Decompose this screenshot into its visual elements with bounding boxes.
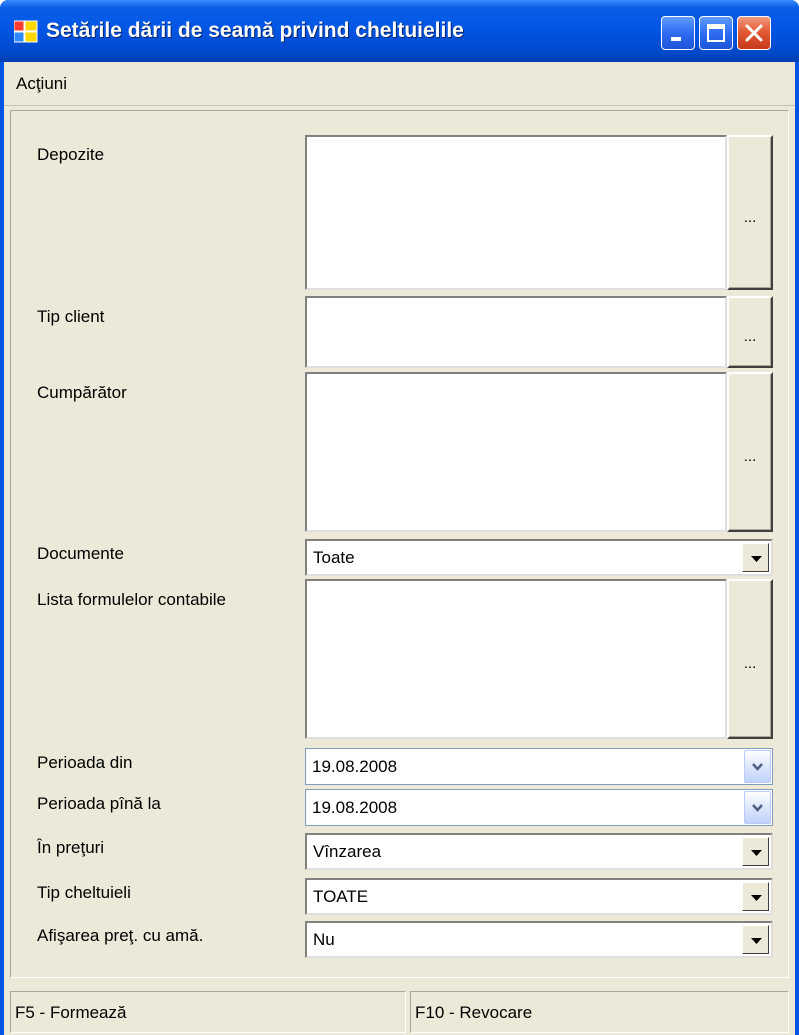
chevron-down-icon bbox=[751, 556, 762, 562]
date-dropdown-button[interactable] bbox=[744, 750, 771, 783]
window-title: Setările dării de seamă privind cheltuie… bbox=[46, 19, 464, 42]
close-icon bbox=[745, 24, 763, 42]
dialog-window: Setările dării de seamă privind cheltuie… bbox=[0, 0, 799, 1035]
tip-cheltuieli-value: TOATE bbox=[313, 887, 369, 906]
date-dropdown-button[interactable] bbox=[744, 791, 771, 824]
tip-cheltuieli-select[interactable]: TOATE bbox=[305, 878, 773, 915]
cumparator-list[interactable] bbox=[305, 372, 727, 532]
settings-panel: Depozite ... Tip client ... Cumpărător .… bbox=[10, 110, 789, 978]
status-formeaza: F5 - Formează bbox=[10, 991, 406, 1033]
lista-formule-browse-button[interactable]: ... bbox=[727, 579, 773, 739]
cumparator-browse-button[interactable]: ... bbox=[727, 372, 773, 532]
label-lista-formule: Lista formulelor contabile bbox=[37, 590, 226, 609]
chevron-down-icon bbox=[752, 763, 763, 771]
perioada-pina-value: 19.08.2008 bbox=[312, 798, 398, 817]
menu-actions[interactable]: Acţiuni bbox=[10, 62, 73, 106]
close-button[interactable] bbox=[737, 16, 771, 50]
menu-bar: Acţiuni bbox=[4, 62, 795, 106]
label-tip-cheltuieli: Tip cheltuieli bbox=[37, 883, 131, 902]
window-client-area: Acţiuni Depozite ... Tip client ... Cump… bbox=[4, 62, 795, 1035]
label-documente: Documente bbox=[37, 544, 124, 563]
in-preturi-value: Vînzarea bbox=[313, 842, 382, 861]
dropdown-arrow-button[interactable] bbox=[742, 882, 769, 911]
status-bar: F5 - Formează F10 - Revocare bbox=[4, 988, 795, 1035]
maximize-icon bbox=[707, 24, 725, 42]
documente-value: Toate bbox=[313, 548, 355, 567]
afisarea-select[interactable]: Nu bbox=[305, 921, 773, 958]
minimize-button[interactable] bbox=[661, 16, 695, 50]
lista-formule-list[interactable] bbox=[305, 579, 727, 739]
label-tip-client: Tip client bbox=[37, 307, 105, 326]
perioada-din-value: 19.08.2008 bbox=[312, 757, 398, 776]
minimize-icon bbox=[671, 37, 681, 41]
depozite-list[interactable] bbox=[305, 135, 727, 290]
label-afisarea: Afişarea preţ. cu amă. bbox=[37, 926, 204, 945]
perioada-din-datepicker[interactable]: 19.08.2008 bbox=[305, 748, 773, 785]
status-revocare: F10 - Revocare bbox=[410, 991, 789, 1033]
label-in-preturi: În preţuri bbox=[37, 838, 105, 857]
label-perioada-din: Perioada din bbox=[37, 753, 133, 772]
app-window-icon bbox=[13, 19, 38, 43]
dropdown-arrow-button[interactable] bbox=[742, 837, 769, 866]
label-perioada-pina: Perioada pînă la bbox=[37, 794, 161, 813]
documente-select[interactable]: Toate bbox=[305, 539, 773, 576]
chevron-down-icon bbox=[751, 895, 762, 901]
chevron-down-icon bbox=[752, 804, 763, 812]
tip-client-field[interactable] bbox=[305, 296, 727, 368]
dropdown-arrow-button[interactable] bbox=[742, 925, 769, 954]
dropdown-arrow-button[interactable] bbox=[742, 543, 769, 572]
perioada-pina-datepicker[interactable]: 19.08.2008 bbox=[305, 789, 773, 826]
chevron-down-icon bbox=[751, 938, 762, 944]
label-cumparator: Cumpărător bbox=[37, 383, 127, 402]
title-bar[interactable]: Setările dării de seamă privind cheltuie… bbox=[0, 0, 799, 62]
tip-client-browse-button[interactable]: ... bbox=[727, 296, 773, 368]
maximize-button[interactable] bbox=[699, 16, 733, 50]
label-depozite: Depozite bbox=[37, 145, 105, 164]
afisarea-value: Nu bbox=[313, 930, 335, 949]
depozite-browse-button[interactable]: ... bbox=[727, 135, 773, 290]
chevron-down-icon bbox=[751, 850, 762, 856]
in-preturi-select[interactable]: Vînzarea bbox=[305, 833, 773, 870]
